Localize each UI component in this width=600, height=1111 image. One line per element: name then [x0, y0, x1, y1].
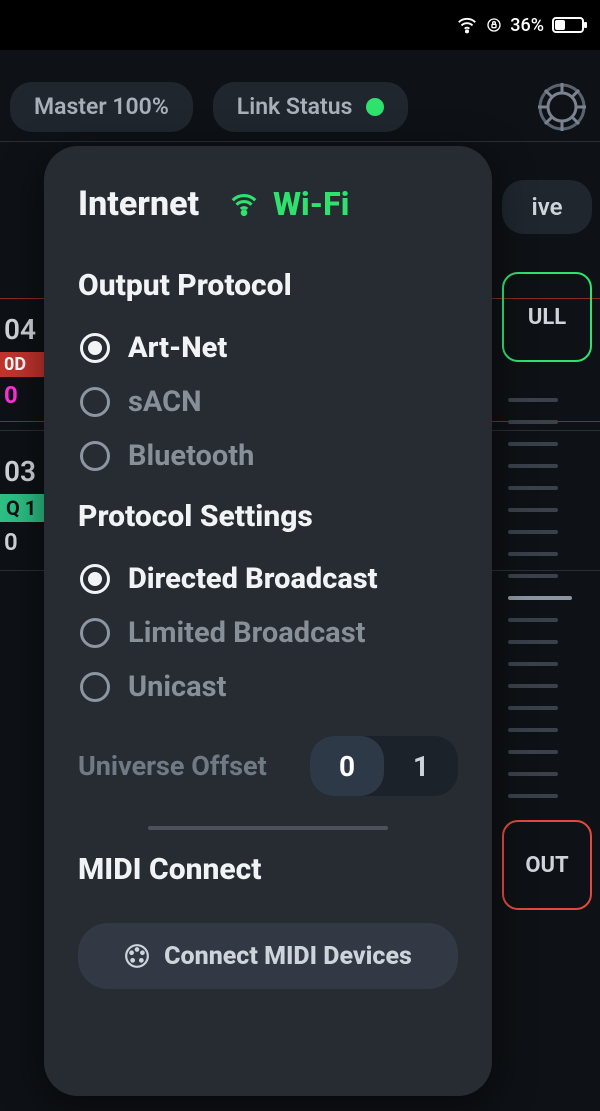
offset-option-1[interactable]: 1 [384, 736, 458, 796]
master-pill[interactable]: Master 100% [10, 82, 193, 132]
bg-channel-number: 03 [0, 449, 50, 494]
header-bar: Master 100% Link Status [0, 72, 600, 142]
link-status-pill[interactable]: Link Status [213, 82, 409, 132]
universe-offset-row: Universe Offset 0 1 [78, 736, 458, 796]
radio-icon [80, 672, 110, 702]
wifi-status[interactable]: Wi-Fi [229, 185, 349, 223]
connect-midi-button[interactable]: Connect MIDI Devices [78, 923, 458, 989]
radio-label: Bluetooth [128, 439, 254, 473]
lock-icon [486, 17, 502, 33]
wifi-label: Wi-Fi [273, 185, 349, 223]
radio-label: Limited Broadcast [128, 616, 365, 650]
bg-channel-strip: 04 0D 0 03 Q 1 0 [0, 160, 50, 579]
radio-label: Directed Broadcast [128, 562, 378, 596]
battery-percent: 36% [510, 15, 544, 36]
section-title-output-protocol: Output Protocol [78, 268, 458, 303]
bg-value: 0 [0, 377, 50, 413]
bg-value: 0 [0, 522, 50, 562]
gear-icon [536, 81, 588, 133]
out-button[interactable]: OUT [502, 820, 592, 910]
wifi-icon [456, 14, 478, 36]
radio-icon [80, 618, 110, 648]
radio-limited-broadcast[interactable]: Limited Broadcast [78, 606, 458, 660]
universe-offset-label: Universe Offset [78, 750, 292, 782]
radio-label: Art-Net [128, 331, 227, 365]
radio-icon [80, 441, 110, 471]
radio-directed-broadcast[interactable]: Directed Broadcast [78, 552, 458, 606]
section-title-protocol-settings: Protocol Settings [78, 499, 458, 534]
section-title-midi: MIDI Connect [78, 852, 458, 887]
link-status-dot-icon [366, 98, 384, 116]
radio-unicast[interactable]: Unicast [78, 660, 458, 714]
level-scale [508, 398, 572, 798]
bg-channel-number: 04 [0, 307, 50, 352]
radio-bluetooth[interactable]: Bluetooth [78, 429, 458, 483]
universe-offset-segment[interactable]: 0 1 [310, 736, 458, 796]
midi-icon [124, 943, 150, 969]
settings-gear-button[interactable] [534, 79, 590, 135]
radio-label: sACN [128, 385, 202, 419]
settings-panel: Internet Wi-Fi Output Protocol Art-Net s… [44, 146, 492, 1096]
battery-icon [552, 17, 584, 33]
wifi-icon [229, 189, 259, 219]
panel-title: Internet [78, 184, 199, 224]
full-button[interactable]: ULL [502, 272, 592, 362]
connect-midi-label: Connect MIDI Devices [164, 942, 412, 971]
live-pill[interactable]: ive [502, 180, 592, 234]
radio-icon [80, 333, 110, 363]
bg-right-controls: ive ULL [502, 180, 592, 362]
radio-label: Unicast [128, 670, 226, 704]
radio-sacn[interactable]: sACN [78, 375, 458, 429]
link-status-label: Link Status [237, 93, 353, 120]
bg-tag: 0D [0, 352, 50, 377]
radio-artnet[interactable]: Art-Net [78, 321, 458, 375]
panel-divider [148, 826, 388, 830]
bg-tag: Q 1 [0, 494, 50, 522]
offset-option-0[interactable]: 0 [310, 736, 384, 796]
radio-icon [80, 387, 110, 417]
radio-icon [80, 564, 110, 594]
status-bar: 36% [0, 0, 600, 50]
